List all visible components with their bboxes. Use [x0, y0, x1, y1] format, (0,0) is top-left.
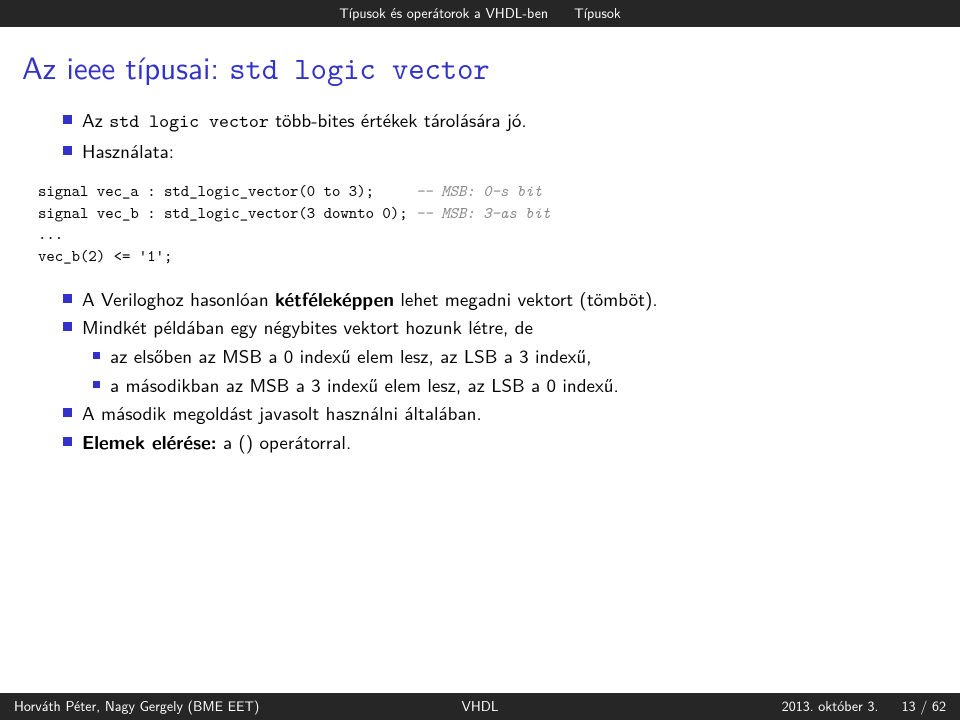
bullet-item: Használata:	[63, 138, 920, 164]
bullet-item: A Veriloghoz hasonlóan kétféleképpen leh…	[63, 286, 920, 312]
bullet-icon	[63, 115, 72, 124]
bullet-text: Használata:	[82, 138, 920, 164]
footer-author: Horváth Péter, Nagy Gergely (BME EET)	[0, 696, 325, 716]
bullet-icon	[93, 381, 100, 388]
code-block: signal vec_a : std_logic_vector(0 to 3);…	[38, 181, 920, 267]
slide-body: Az std logic vector több-bites értékek t…	[63, 107, 920, 455]
bullet-item: Az std logic vector több-bites értékek t…	[63, 107, 920, 135]
bullet-text: A második megoldást javasolt használni á…	[82, 400, 920, 426]
footer-page: 2013. október 3. 13 / 62	[635, 696, 960, 716]
bullet-text: Elemek elérése: a () operátorral.	[82, 429, 920, 455]
bullet-text: az elsőben az MSB a 0 indexű elem lesz, …	[110, 343, 920, 369]
bullet-icon	[63, 294, 72, 303]
bullet-text: Mindkét példában egy négybites vektort h…	[82, 314, 920, 340]
bullet-icon	[63, 408, 72, 417]
title-code: std logic vector	[229, 48, 489, 89]
title-text: Az ieee típusai:	[22, 43, 229, 89]
header-bar: Típusok és operátorok a VHDL-ben Típusok	[0, 0, 960, 27]
bullet-icon	[63, 437, 72, 446]
bullet-item-nested: az elsőben az MSB a 0 indexű elem lesz, …	[93, 343, 920, 369]
header-subsection: Típusok	[574, 3, 621, 23]
bullet-text: a másodikban az MSB a 3 indexű elem lesz…	[110, 372, 920, 398]
slide-title: Az ieee típusai: std logic vector	[22, 43, 960, 89]
footer-bar: Horváth Péter, Nagy Gergely (BME EET) VH…	[0, 693, 960, 720]
bullet-icon	[93, 352, 100, 359]
bullet-text: A Veriloghoz hasonlóan kétféleképpen leh…	[82, 286, 920, 312]
bullet-item: A második megoldást javasolt használni á…	[63, 400, 920, 426]
bullet-icon	[63, 322, 72, 331]
bullet-text: Az std logic vector több-bites értékek t…	[82, 107, 920, 135]
bullet-item: Elemek elérése: a () operátorral.	[63, 429, 920, 455]
bullet-item-nested: a másodikban az MSB a 3 indexű elem lesz…	[93, 372, 920, 398]
footer-title: VHDL	[325, 696, 636, 716]
bullet-item: Mindkét példában egy négybites vektort h…	[63, 314, 920, 340]
header-section: Típusok és operátorok a VHDL-ben	[339, 3, 548, 23]
bullet-icon	[63, 146, 72, 155]
